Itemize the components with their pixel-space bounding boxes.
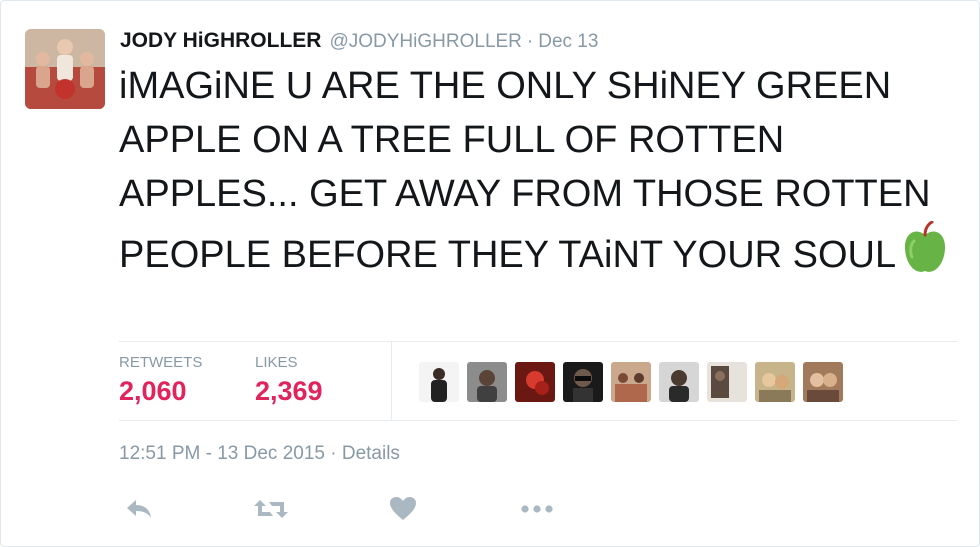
reply-icon: [127, 500, 151, 518]
tweet-text-block: iMAGiNE U ARE THE ONLY SHiNEY GREEN APPL…: [119, 59, 959, 290]
tweet-text: iMAGiNE U ARE THE ONLY SHiNEY GREEN APPL…: [119, 65, 931, 276]
green-apple-icon: [902, 220, 948, 290]
like-button[interactable]: [383, 489, 423, 529]
author-handle[interactable]: @JODYHiGHROLLER: [329, 31, 521, 53]
retweets-label: RETWEETS: [119, 354, 203, 371]
more-options-button[interactable]: [517, 489, 557, 529]
liker-avatar[interactable]: [515, 362, 555, 402]
header-separator: ·: [526, 31, 534, 52]
stats-divider: [391, 342, 392, 420]
more-options-icon: [521, 505, 553, 513]
tweet-timestamp[interactable]: 12:51 PM - 13 Dec 2015 · Details: [119, 443, 400, 465]
tweet-header: JODY HiGHROLLER @JODYHiGHROLLER · Dec 13: [120, 29, 598, 55]
liker-avatar[interactable]: [611, 362, 651, 402]
retweets-stat[interactable]: RETWEETS 2,060: [119, 354, 202, 407]
retweet-button[interactable]: [251, 489, 291, 529]
liker-avatar[interactable]: [755, 362, 795, 402]
likes-label: LIKES: [255, 354, 298, 371]
reply-button[interactable]: [119, 489, 159, 529]
author-name[interactable]: JODY HiGHROLLER: [120, 29, 321, 53]
retweet-icon: [254, 500, 288, 518]
retweets-count: 2,060: [119, 376, 187, 406]
likes-stat[interactable]: LIKES 2,369: [255, 354, 323, 407]
tweet-date[interactable]: Dec 13: [538, 31, 598, 53]
tweet-card: JODY HiGHROLLER @JODYHiGHROLLER · Dec 13…: [0, 0, 980, 547]
liker-avatar[interactable]: [803, 362, 843, 402]
engagement-stats: RETWEETS 2,060 LIKES 2,369: [119, 341, 957, 421]
liker-avatar[interactable]: [659, 362, 699, 402]
liker-avatar[interactable]: [563, 362, 603, 402]
liker-avatar[interactable]: [419, 362, 459, 402]
avatar-photo-illustration: [25, 29, 105, 109]
liker-avatar[interactable]: [707, 362, 747, 402]
likes-count: 2,369: [255, 376, 323, 406]
liker-avatars: [419, 362, 843, 402]
author-avatar[interactable]: [25, 29, 105, 109]
liker-avatar[interactable]: [467, 362, 507, 402]
like-heart-icon: [390, 497, 416, 520]
